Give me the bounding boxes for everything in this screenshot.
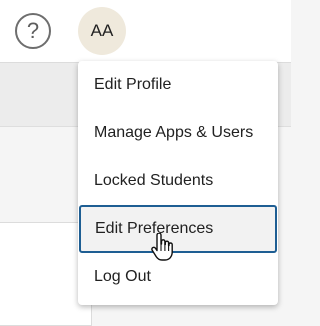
menu-item-label: Locked Students <box>94 172 214 189</box>
user-menu-dropdown: Edit Profile Manage Apps & Users Locked … <box>78 61 278 305</box>
menu-item-log-out[interactable]: Log Out <box>78 253 278 301</box>
avatar-initials: AA <box>90 21 114 40</box>
menu-item-locked-students[interactable]: Locked Students <box>78 157 278 205</box>
menu-item-label: Manage Apps & Users <box>94 124 254 141</box>
top-header: ? AA <box>0 0 291 63</box>
question-mark-icon: ? <box>26 18 40 43</box>
user-avatar-button[interactable]: AA <box>78 7 126 55</box>
menu-item-edit-profile[interactable]: Edit Profile <box>78 61 278 109</box>
hand-pointer-icon <box>151 233 173 261</box>
help-button[interactable]: ? <box>15 13 51 49</box>
menu-item-manage-apps-users[interactable]: Manage Apps & Users <box>78 109 278 157</box>
menu-item-label: Log Out <box>94 268 151 285</box>
menu-item-edit-preferences[interactable]: Edit Preferences <box>79 205 277 253</box>
menu-item-label: Edit Profile <box>94 76 172 93</box>
